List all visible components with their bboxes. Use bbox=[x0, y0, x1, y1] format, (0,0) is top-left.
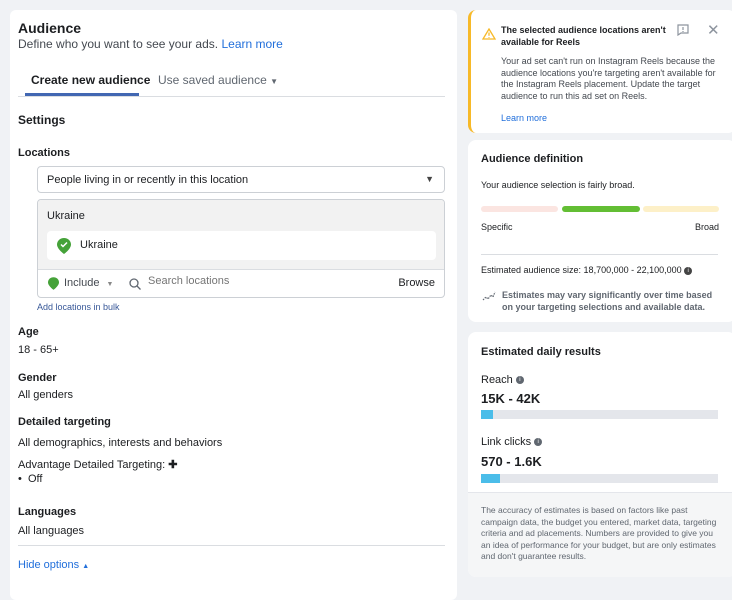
link-clicks-value: 570 - 1.6K bbox=[481, 454, 542, 469]
warning-learn-more-link[interactable]: Learn more bbox=[501, 113, 547, 123]
add-locations-bulk-link[interactable]: Add locations in bulk bbox=[37, 302, 120, 312]
search-icon bbox=[129, 278, 141, 290]
divider bbox=[481, 254, 718, 255]
languages-value[interactable]: All languages bbox=[18, 525, 84, 537]
location-type-value: People living in or recently in this loc… bbox=[47, 174, 249, 186]
estimates-disclaimer: The accuracy of estimates is based on fa… bbox=[481, 505, 717, 561]
caret-down-icon: ▼ bbox=[270, 77, 279, 86]
advantage-value: Off bbox=[27, 473, 43, 485]
close-icon[interactable]: ✕ bbox=[707, 21, 720, 39]
daily-results-title: Estimated daily results bbox=[481, 346, 601, 358]
warning-body: Your ad set can't run on Instagram Reels… bbox=[501, 56, 716, 101]
tab-create-new-audience[interactable]: Create new audience bbox=[31, 73, 150, 87]
audience-breadth-summary: Your audience selection is fairly broad. bbox=[481, 180, 635, 190]
caret-up-icon: ▲ bbox=[82, 563, 90, 570]
bullet-icon: • bbox=[18, 473, 22, 485]
location-pin-icon bbox=[57, 238, 71, 254]
link-clicks-bar bbox=[481, 474, 718, 483]
link-clicks-bar-fill bbox=[481, 474, 500, 483]
warning-icon bbox=[482, 28, 496, 40]
info-icon[interactable]: i bbox=[534, 438, 543, 447]
meter-broad-segment bbox=[643, 206, 719, 212]
gender-value[interactable]: All genders bbox=[18, 389, 73, 401]
reach-value: 15K - 42K bbox=[481, 391, 541, 406]
link-clicks-label: Link clicks bbox=[481, 436, 532, 448]
warning-title: The selected audience locations aren't a… bbox=[501, 25, 666, 47]
languages-label: Languages bbox=[18, 506, 77, 518]
detailed-targeting-label: Detailed targeting bbox=[18, 416, 111, 428]
detailed-targeting-value[interactable]: All demographics, interests and behavior… bbox=[18, 437, 222, 449]
trend-icon bbox=[482, 291, 496, 301]
plus-icon: ✚ bbox=[168, 459, 178, 471]
caret-down-icon: ▼ bbox=[106, 281, 114, 288]
hide-options-label: Hide options bbox=[18, 559, 80, 571]
learn-more-link[interactable]: Learn more bbox=[221, 37, 282, 51]
include-dropdown[interactable]: Include ▼ bbox=[64, 277, 113, 289]
feedback-icon[interactable] bbox=[677, 24, 689, 36]
include-pin-icon bbox=[48, 277, 59, 290]
browse-button[interactable]: Browse bbox=[398, 277, 435, 289]
reels-warning-card: The selected audience locations aren't a… bbox=[468, 10, 732, 133]
location-group-label: Ukraine bbox=[47, 210, 85, 222]
broad-label: Broad bbox=[695, 222, 720, 232]
meter-middle-segment bbox=[562, 206, 640, 212]
reach-bar-fill bbox=[481, 410, 493, 419]
tab-use-saved-audience[interactable]: Use saved audience ▼ bbox=[158, 73, 278, 87]
audience-definition-title: Audience definition bbox=[481, 153, 584, 165]
estimates-note: Estimates may vary significantly over ti… bbox=[502, 290, 713, 312]
specific-label: Specific bbox=[481, 222, 513, 232]
search-locations-input[interactable] bbox=[148, 275, 378, 287]
audience-subtitle: Define who you want to see your ads. bbox=[18, 37, 219, 51]
selected-location-name: Ukraine bbox=[80, 239, 118, 251]
estimated-audience-size: Estimated audience size: 18,700,000 - 22… bbox=[481, 265, 682, 275]
selected-location-item[interactable]: Ukraine bbox=[47, 231, 436, 260]
include-label: Include bbox=[64, 277, 100, 289]
caret-down-icon: ▼ bbox=[425, 174, 434, 184]
location-type-select[interactable]: People living in or recently in this loc… bbox=[37, 166, 445, 193]
advantage-label: Advantage Detailed Targeting: bbox=[18, 459, 166, 471]
hide-options-button[interactable]: Hide options ▲ bbox=[18, 559, 89, 571]
divider bbox=[18, 545, 445, 546]
age-value[interactable]: 18 - 65+ bbox=[18, 344, 59, 356]
reach-label: Reach bbox=[481, 374, 513, 386]
gender-label: Gender bbox=[18, 372, 57, 384]
locations-label: Locations bbox=[18, 147, 70, 159]
divider bbox=[18, 96, 445, 97]
info-icon[interactable]: i bbox=[515, 376, 524, 385]
reach-bar bbox=[481, 410, 718, 419]
settings-heading: Settings bbox=[18, 113, 66, 127]
age-label: Age bbox=[18, 326, 39, 338]
audience-title: Audience bbox=[18, 20, 82, 36]
meter-specific-segment bbox=[481, 206, 558, 212]
locations-box: Ukraine Ukraine Include ▼ Browse bbox=[37, 199, 445, 298]
tab-label: Use saved audience bbox=[158, 73, 267, 87]
info-icon[interactable]: i bbox=[684, 266, 693, 275]
